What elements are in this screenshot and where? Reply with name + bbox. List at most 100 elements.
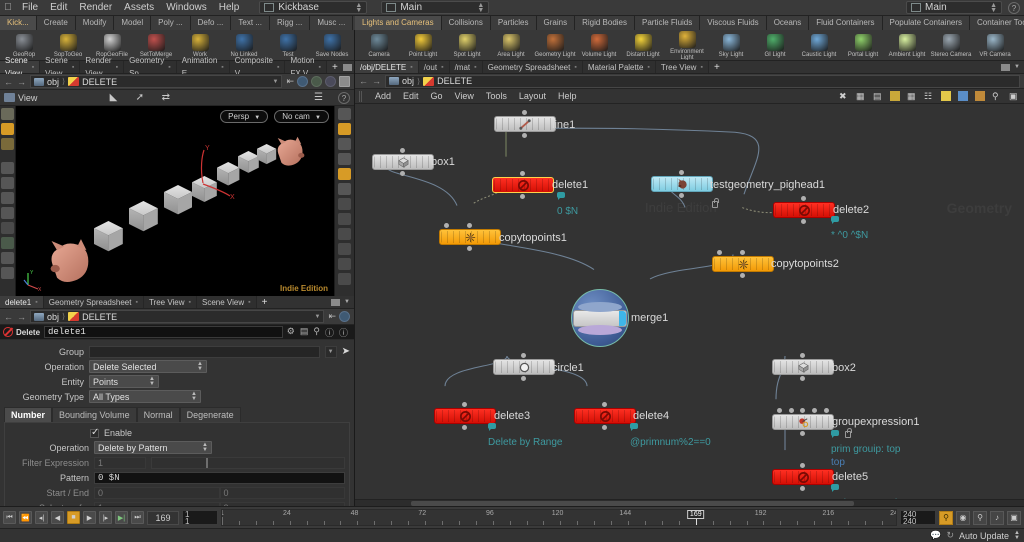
param-menu-geometry-type[interactable]: All Types ▲ ▼ (89, 390, 201, 403)
group-dropdown-icon[interactable]: ▼ (324, 345, 337, 358)
right-shelf-tool-13[interactable]: Stereo Camera (929, 33, 973, 58)
left-shelf-tab-8[interactable]: Musc ... (310, 16, 354, 30)
parameter-subtab-1[interactable]: Bounding Volume (52, 407, 137, 422)
param-field-group[interactable] (89, 345, 320, 358)
node-input-copytopoints2[interactable] (740, 250, 745, 255)
gear-icon[interactable]: ⚙ (287, 326, 295, 339)
scene-view-add-tab-button[interactable]: + (327, 61, 343, 73)
parameter-tab-1[interactable]: Geometry Spreadsheet ▪ (43, 296, 144, 308)
close-icon[interactable]: ▪ (221, 61, 223, 74)
right-shelf-tab-2[interactable]: Particles (490, 16, 537, 30)
node-output-box1[interactable] (400, 171, 405, 176)
net-menu-tools[interactable]: Tools (480, 89, 513, 104)
left-shelf-tab-0[interactable]: Kick... (0, 16, 37, 30)
range-end-field[interactable]: 240 240 (900, 510, 936, 525)
comment-icon[interactable] (831, 430, 839, 438)
right-shelf-tool-3[interactable]: Area Light (489, 33, 533, 58)
snap-icon[interactable]: ✖ (839, 91, 849, 101)
pattern-field[interactable]: 0 $N (94, 471, 345, 484)
numbers-display-icon[interactable] (338, 243, 351, 255)
close-icon[interactable]: ▪ (319, 61, 321, 74)
arrow-select-icon[interactable] (1, 162, 14, 174)
parameter-tab-2[interactable]: Tree View ▪ (143, 296, 197, 308)
frame-icon[interactable]: ▣ (1009, 91, 1019, 101)
parameter-subtab-0[interactable]: Number (4, 407, 53, 422)
normals-display-icon[interactable] (338, 213, 351, 225)
right-shelf-tab-8[interactable]: Fluid Containers (809, 16, 883, 30)
range-start-field[interactable]: 1 1 (182, 510, 218, 525)
network-box-icon[interactable]: ☷ (924, 91, 934, 101)
scene-view-tab-4[interactable]: Animation E...▪ (176, 56, 230, 78)
node-output-copytopoints1[interactable] (467, 246, 472, 251)
network-scrollbar-thumb[interactable] (411, 501, 854, 506)
right-shelf-tab-0[interactable]: Lights and Cameras (355, 16, 442, 30)
network-tab-0[interactable]: /obj/DELETE ▪ (355, 61, 419, 73)
close-icon[interactable]: ▪ (474, 61, 476, 74)
filter-expression-field[interactable]: 1 (94, 456, 146, 469)
left-shelf-tab-7[interactable]: Rigg ... (269, 16, 311, 30)
node-input4-groupexpression1[interactable] (824, 408, 829, 413)
select-tool-icon[interactable]: ◣ (110, 92, 122, 103)
snapshot-icon[interactable] (339, 76, 350, 87)
right-shelf-tab-7[interactable]: Oceans (766, 16, 810, 30)
close-icon[interactable]: ▪ (574, 61, 576, 74)
package-icon[interactable] (975, 91, 985, 101)
scene-view-tab-3[interactable]: Geometry Sp...▪ (124, 56, 177, 78)
number-menu-operation[interactable]: Delete by Pattern ▲ ▼ (94, 441, 212, 454)
parameter-path-field[interactable]: obj ⟩ DELETE ▼ (30, 310, 325, 323)
close-icon[interactable]: ▪ (32, 61, 34, 74)
node-groupexpression1[interactable] (772, 414, 834, 430)
enable-checkbox[interactable] (90, 427, 99, 438)
node-delete5[interactable] (772, 469, 834, 485)
right-shelf-tool-6[interactable]: Distant Light (621, 33, 665, 58)
left-shelf-tab-6[interactable]: Text ... (231, 16, 270, 30)
right-shelf-tab-5[interactable]: Particle Fluids (635, 16, 701, 30)
scope-icon[interactable]: ◉ (956, 510, 970, 525)
right-shelf-tab-3[interactable]: Grains (536, 16, 576, 30)
comment-icon[interactable]: 💬 (930, 530, 941, 541)
group-picker-icon[interactable]: ➤ (342, 346, 350, 357)
maximize-icon[interactable] (1001, 63, 1011, 71)
info-icon[interactable]: ⓘ (325, 326, 334, 339)
vector-display-icon[interactable] (338, 228, 351, 240)
point-display-icon[interactable] (338, 198, 351, 210)
next-key-button[interactable]: ▶| (115, 511, 128, 524)
close-icon[interactable]: ▪ (441, 61, 443, 74)
scale-tool-icon[interactable] (1, 207, 14, 219)
network-scrollbar[interactable] (355, 499, 1024, 506)
node-name-field[interactable]: delete1 (44, 326, 283, 338)
node-box2[interactable] (772, 359, 834, 375)
parameter-subtab-2[interactable]: Normal (136, 407, 180, 422)
handle-axis-icon[interactable] (1, 237, 14, 249)
maximize-icon[interactable] (331, 298, 341, 306)
lighting-mode-icon[interactable] (338, 183, 351, 195)
comment-icon[interactable] (831, 216, 839, 224)
close-icon[interactable]: ▪ (647, 61, 649, 74)
move-tool-icon[interactable] (1, 177, 14, 189)
node-output-circle1[interactable] (521, 376, 526, 381)
node-line1[interactable] (494, 116, 556, 132)
guide-display-icon[interactable] (338, 273, 351, 285)
projection-selector[interactable]: Persp ▼ (220, 110, 269, 123)
net-forward-arrow-icon[interactable]: → (372, 76, 381, 86)
rotate-tool-icon[interactable] (1, 192, 14, 204)
geometry-mode-icon[interactable] (1, 123, 14, 135)
close-icon[interactable]: ▪ (168, 61, 170, 74)
start-field[interactable]: 0 (94, 486, 220, 499)
node-input-delete4[interactable] (602, 402, 607, 407)
node-output-line1[interactable] (522, 133, 527, 138)
ghost-display-icon[interactable] (338, 258, 351, 270)
left-shelf-tab-2[interactable]: Modify (75, 16, 115, 30)
node-input-circle1[interactable] (521, 353, 526, 358)
jump-to-end-button[interactable]: ⏭ (131, 511, 144, 524)
pin-icon[interactable]: ⇤ (286, 76, 294, 87)
light-mode-icon[interactable] (1, 138, 14, 150)
right-shelf-tool-12[interactable]: Ambient Light (885, 33, 929, 58)
net-menu-edit[interactable]: Edit (397, 89, 425, 104)
grid-icon[interactable]: ▦ (907, 91, 917, 101)
forward-arrow-icon[interactable]: → (17, 77, 26, 87)
path-dropdown-icon[interactable]: ▼ (273, 79, 279, 85)
right-shelf-tab-10[interactable]: Container Tools (970, 16, 1024, 30)
display-options-icon[interactable]: ☰ (314, 92, 326, 103)
comment-icon[interactable] (488, 423, 496, 431)
